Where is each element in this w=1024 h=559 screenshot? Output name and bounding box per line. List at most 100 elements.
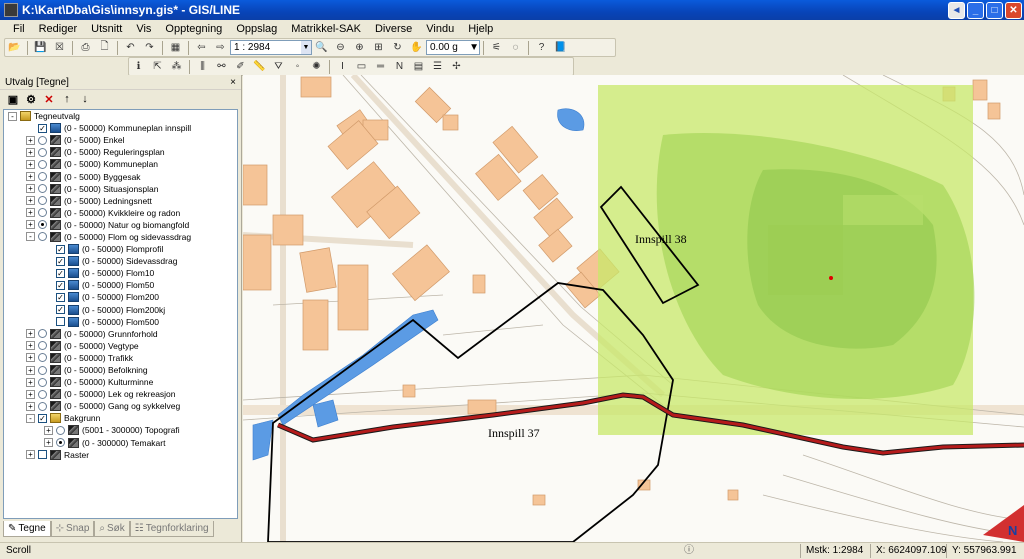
point-tool-icon[interactable]: ◦ <box>289 59 306 74</box>
menu-hjelp[interactable]: Hjelp <box>461 23 500 35</box>
tab-tegne[interactable]: ✎ Tegne <box>3 521 51 537</box>
expand-icon[interactable]: + <box>26 135 35 145</box>
filter-icon[interactable]: ⚟ <box>488 40 505 55</box>
zoom-extent-icon[interactable]: ⊞ <box>370 40 387 55</box>
delete-icon[interactable]: ✕ <box>42 92 56 106</box>
layer-tree-row[interactable]: + (5001 - 300000) Topografi <box>4 424 237 436</box>
nodes-tool-icon[interactable]: ⁂ <box>168 59 185 74</box>
print-icon[interactable]: ⎙ <box>77 40 94 55</box>
layer-tree-row[interactable]: + (0 - 5000) Enkel <box>4 134 237 146</box>
text-tool-icon[interactable]: I <box>334 59 351 74</box>
expand-icon[interactable]: + <box>26 377 35 387</box>
layer-radio[interactable] <box>38 377 47 387</box>
zoom-icon[interactable]: 🔍 <box>313 40 330 55</box>
line-style-icon[interactable]: ═ <box>372 59 389 74</box>
layer-radio[interactable] <box>38 341 47 351</box>
layer-tree-row[interactable]: + (0 - 50000) Grunnforhold <box>4 328 237 340</box>
expand-icon[interactable]: + <box>26 450 35 460</box>
layer-checkbox[interactable]: ✓ <box>56 280 65 290</box>
book-icon[interactable]: 📘 <box>552 40 569 55</box>
layer-tree-row[interactable]: ✓ (0 - 50000) Flom200 <box>4 291 237 303</box>
layer-tree-row[interactable]: ✓ (0 - 50000) Sidevassdrag <box>4 255 237 267</box>
layer-radio[interactable] <box>38 172 47 182</box>
collapse-icon[interactable]: - <box>8 111 17 121</box>
menu-diverse[interactable]: Diverse <box>368 23 419 35</box>
menu-matrikkel-sak[interactable]: Matrikkel-SAK <box>284 23 368 35</box>
expand-icon[interactable]: + <box>26 147 35 157</box>
layer-radio[interactable] <box>38 147 47 157</box>
menu-utsnitt[interactable]: Utsnitt <box>84 23 129 35</box>
layer-tree-row[interactable]: - (0 - 50000) Flom og sidevassdrag <box>4 231 237 243</box>
menu-fil[interactable]: Fil <box>6 23 32 35</box>
layer-tree-row[interactable]: + (0 - 50000) Natur og biomangfold <box>4 219 237 231</box>
layer-tree-row[interactable]: - ✓ Bakgrunn <box>4 412 237 424</box>
panel-close-button[interactable]: × <box>230 77 236 88</box>
frame-tool-icon[interactable]: ▭ <box>353 59 370 74</box>
move-down-icon[interactable]: ↓ <box>78 92 92 106</box>
refresh-icon[interactable]: ↻ <box>389 40 406 55</box>
fence-tool-icon[interactable]: ⫼ <box>194 59 211 74</box>
expand-icon[interactable]: + <box>26 341 35 351</box>
layer-tree-row[interactable]: + (0 - 5000) Reguleringsplan <box>4 146 237 158</box>
close-doc-icon[interactable]: ☒ <box>51 40 68 55</box>
layer-tree-row[interactable]: + (0 - 50000) Gang og sykkelveg <box>4 400 237 412</box>
layer-tree-row[interactable]: ✓ (0 - 50000) Flom200kj <box>4 304 237 316</box>
lasso-icon[interactable]: ◌ <box>507 40 524 55</box>
fill-tool-icon[interactable]: ⛛ <box>270 59 287 74</box>
layer-radio[interactable] <box>38 232 47 242</box>
close-button[interactable]: ✕ <box>1005 2 1022 19</box>
layer-checkbox[interactable]: ✓ <box>38 123 47 133</box>
expand-icon[interactable]: + <box>26 389 35 399</box>
expand-icon[interactable]: + <box>26 196 35 206</box>
maximize-button[interactable]: □ <box>986 2 1003 19</box>
menu-vis[interactable]: Vis <box>129 23 158 35</box>
list-tool-icon[interactable]: ☰ <box>429 59 446 74</box>
expand-icon[interactable]: + <box>26 329 35 339</box>
layer-radio[interactable] <box>38 389 47 399</box>
settings-icon[interactable]: ⚙ <box>24 92 38 106</box>
layer-tree-row[interactable]: + (0 - 5000) Situasjonsplan <box>4 183 237 195</box>
layer-props-icon[interactable]: ▣ <box>6 92 20 106</box>
layer-radio[interactable] <box>38 184 47 194</box>
expand-icon[interactable]: + <box>26 353 35 363</box>
layer-radio[interactable] <box>38 220 47 230</box>
menu-oppslag[interactable]: Oppslag <box>229 23 284 35</box>
layer-tree-row[interactable]: + (0 - 50000) Trafikk <box>4 352 237 364</box>
layer-tree-row[interactable]: + (0 - 50000) Lek og rekreasjon <box>4 388 237 400</box>
layer-radio[interactable] <box>38 353 47 363</box>
tab-søk[interactable]: ⌕ Søk <box>94 521 130 537</box>
layer-radio[interactable] <box>38 159 47 169</box>
map-canvas[interactable]: N Innspill 38 Innspill 37 <box>243 75 1024 542</box>
layer-checkbox[interactable]: ✓ <box>56 305 65 315</box>
help-icon[interactable]: ? <box>533 40 550 55</box>
expand-icon[interactable]: + <box>26 220 35 230</box>
measure-tool-icon[interactable]: 📏 <box>251 59 268 74</box>
collapse-icon[interactable]: - <box>26 232 35 242</box>
layer-tree-row[interactable]: ✓ (0 - 50000) Flom10 <box>4 267 237 279</box>
info-icon[interactable]: ℹ <box>130 59 147 74</box>
layer-tree-row[interactable]: - Tegneutvalg <box>4 110 237 122</box>
layer-radio[interactable] <box>38 135 47 145</box>
layer-tree-row[interactable]: ✓ (0 - 50000) Flomprofil <box>4 243 237 255</box>
open-icon[interactable]: 📂 <box>6 40 23 55</box>
back-arrow-icon[interactable]: ⇦ <box>193 40 210 55</box>
layer-tree-row[interactable]: (0 - 50000) Flom500 <box>4 316 237 328</box>
layer-tree-row[interactable]: + Raster <box>4 449 237 461</box>
layer-tree-row[interactable]: + (0 - 5000) Kommuneplan <box>4 158 237 170</box>
layer-radio[interactable] <box>56 438 65 448</box>
layer-tree-row[interactable]: + (0 - 5000) Byggesak <box>4 170 237 182</box>
zoom-out-icon[interactable]: ⊖ <box>332 40 349 55</box>
pin-tool-icon[interactable]: ✢ <box>448 59 465 74</box>
expand-icon[interactable]: + <box>26 401 35 411</box>
draw-line-icon[interactable]: ✐ <box>232 59 249 74</box>
collapse-icon[interactable]: - <box>26 413 35 423</box>
layer-radio[interactable] <box>38 365 47 375</box>
layer-radio[interactable] <box>38 329 47 339</box>
forward-arrow-icon[interactable]: ⇨ <box>212 40 229 55</box>
layer-checkbox[interactable]: ✓ <box>56 268 65 278</box>
layer-radio[interactable] <box>38 196 47 206</box>
layer-radio[interactable] <box>56 425 65 435</box>
layer-tree-row[interactable]: + (0 - 50000) Kulturminne <box>4 376 237 388</box>
expand-icon[interactable]: + <box>26 365 35 375</box>
layer-radio[interactable] <box>38 401 47 411</box>
